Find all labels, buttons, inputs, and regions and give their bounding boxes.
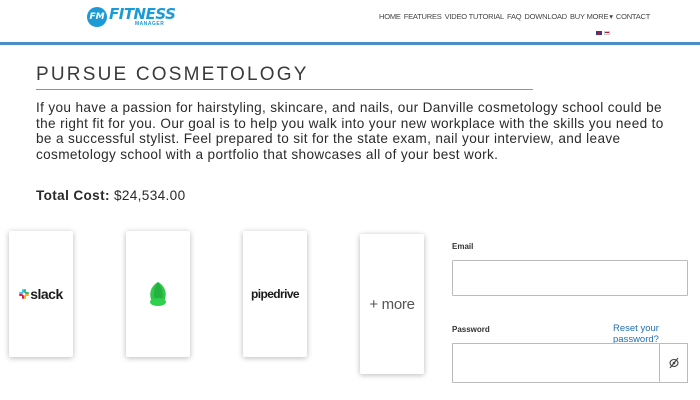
logo-main-text: FITNESS — [109, 5, 176, 23]
nav-contact[interactable]: CONTACT — [616, 12, 650, 21]
program-description: If you have a passion for hairstyling, s… — [36, 100, 664, 162]
site-header: FM FITNESS MANAGER HOME FEATURES VIDEO T… — [0, 0, 700, 44]
more-label: + more — [369, 295, 415, 313]
logo[interactable]: FM FITNESS MANAGER — [87, 5, 176, 28]
nav-download[interactable]: DOWNLOAD — [524, 12, 567, 21]
nav-features[interactable]: FEATURES — [404, 12, 442, 21]
header-divider — [0, 42, 700, 45]
green-integration-card[interactable] — [126, 231, 190, 357]
password-label: Password — [452, 325, 490, 334]
password-toggle-button[interactable] — [659, 343, 688, 383]
main-nav: HOME FEATURES VIDEO TUTORIAL FAQ DOWNLOA… — [379, 12, 653, 21]
green-leaf-icon — [150, 282, 166, 306]
logo-badge: FM — [87, 7, 107, 27]
nav-video-tutorial[interactable]: VIDEO TUTORIAL — [445, 12, 505, 21]
logo-sub-text: MANAGER — [135, 21, 165, 27]
slack-logo: slack — [19, 286, 63, 302]
email-label: Email — [452, 242, 474, 251]
more-integrations-card[interactable]: + more — [360, 234, 424, 374]
total-cost: Total Cost: $24,534.00 — [36, 188, 186, 203]
slack-icon — [19, 289, 30, 299]
language-flag-icon[interactable] — [604, 31, 610, 35]
language-switcher — [596, 31, 610, 35]
reset-password-link[interactable]: Reset your password? — [613, 323, 700, 345]
password-field[interactable] — [452, 343, 659, 383]
slack-card[interactable]: slack — [9, 231, 73, 357]
title-underline — [36, 89, 533, 90]
uk-flag-icon[interactable] — [596, 31, 602, 35]
nav-dropdown-caret[interactable]: ▾ — [609, 12, 613, 21]
cost-label: Total Cost: — [36, 188, 110, 203]
email-field[interactable] — [452, 260, 688, 296]
slack-wordmark: slack — [30, 286, 63, 302]
pipedrive-wordmark: pipedrive — [251, 287, 300, 301]
page-title: PURSUE COSMETOLOGY — [36, 64, 309, 85]
cost-value: $24,534.00 — [109, 188, 186, 203]
pipedrive-card[interactable]: pipedrive — [243, 231, 307, 357]
eye-slash-icon — [668, 357, 679, 369]
nav-faq[interactable]: FAQ — [507, 12, 522, 21]
nav-home[interactable]: HOME — [379, 12, 401, 21]
nav-buy-more[interactable]: BUY MORE — [570, 12, 608, 21]
